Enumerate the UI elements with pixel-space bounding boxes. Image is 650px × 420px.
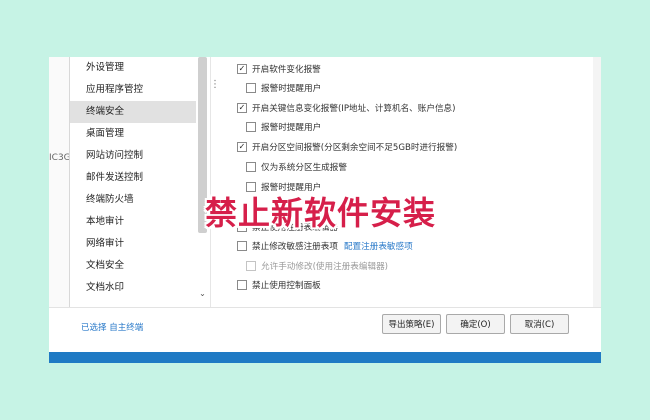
taskbar-strip bbox=[49, 352, 601, 363]
checkbox-checked-icon[interactable]: ✓ bbox=[237, 141, 247, 152]
cancel-button[interactable]: 取消(C) bbox=[510, 314, 569, 334]
option-disable-control-panel[interactable]: 禁止使用控制面板 bbox=[237, 279, 321, 293]
sidebar-item-app-control[interactable]: 应用程序管控 bbox=[70, 79, 196, 101]
configure-registry-link[interactable]: 配置注册表敏感项 bbox=[344, 242, 413, 252]
checkbox-checked-icon[interactable]: ✓ bbox=[237, 63, 247, 74]
clipped-background-text: IC3G bbox=[49, 153, 71, 163]
checkbox-icon[interactable] bbox=[246, 82, 256, 93]
security-options-panel: ✓ 开启软件变化报警 报警时提醒用户 ✓ 开启关键信息变化报警(IP地址、计算机名、… bbox=[234, 57, 594, 307]
sidebar-item-website-control[interactable]: 网站访问控制 bbox=[70, 145, 196, 167]
sidebar-item-network-audit[interactable]: 网络审计 bbox=[70, 233, 196, 255]
ok-button[interactable]: 确定(O) bbox=[446, 314, 505, 334]
option-protect-registry[interactable]: 禁止修改敏感注册表项 配置注册表敏感项 bbox=[237, 240, 413, 254]
policy-category-sidebar: 外设管理 应用程序管控 终端安全 桌面管理 网站访问控制 邮件发送控制 终端防火… bbox=[69, 57, 211, 307]
options-scrollbar[interactable] bbox=[593, 57, 601, 307]
checkbox-disabled-icon bbox=[246, 260, 256, 271]
background-window-strip bbox=[49, 57, 69, 337]
sidebar-scrollbar[interactable]: ⌄ bbox=[197, 57, 208, 307]
checkbox-icon[interactable] bbox=[246, 121, 256, 132]
dialog-footer: 已选择 自主终端 导出策略(E) 确定(O) 取消(C) bbox=[49, 307, 601, 346]
selection-status[interactable]: 已选择 自主终端 bbox=[81, 321, 143, 333]
option-software-alarm-notify[interactable]: 报警时提醒用户 bbox=[246, 82, 321, 96]
chevron-down-icon[interactable]: ⌄ bbox=[197, 289, 208, 298]
option-key-info-alarm[interactable]: ✓ 开启关键信息变化报警(IP地址、计算机名、账户信息) bbox=[237, 102, 456, 116]
splitter-grip-icon[interactable]: ⋮ bbox=[210, 80, 220, 90]
checkbox-icon[interactable] bbox=[246, 161, 256, 172]
sidebar-item-mail-control[interactable]: 邮件发送控制 bbox=[70, 167, 196, 189]
export-policy-button[interactable]: 导出策略(E) bbox=[382, 314, 441, 334]
sidebar-item-endpoint-security[interactable]: 终端安全 bbox=[70, 101, 196, 123]
option-partition-alarm[interactable]: ✓ 开启分区空间报警(分区剩余空间不足5GB时进行报警) bbox=[237, 141, 457, 155]
sidebar-item-peripheral[interactable]: 外设管理 bbox=[70, 57, 196, 79]
checkbox-icon[interactable] bbox=[237, 279, 247, 290]
checkbox-icon[interactable] bbox=[237, 240, 247, 251]
sidebar-item-document-security[interactable]: 文档安全 bbox=[70, 255, 196, 277]
option-system-partition-only[interactable]: 仅为系统分区生成报警 bbox=[246, 161, 347, 175]
sidebar-item-desktop[interactable]: 桌面管理 bbox=[70, 123, 196, 145]
sidebar-item-local-audit[interactable]: 本地审计 bbox=[70, 211, 196, 233]
option-software-change-alarm[interactable]: ✓ 开启软件变化报警 bbox=[237, 63, 321, 77]
overlay-title: 禁止新软件安装 bbox=[205, 194, 437, 232]
sidebar-item-document-watermark[interactable]: 文档水印 bbox=[70, 277, 196, 299]
option-key-info-notify[interactable]: 报警时提醒用户 bbox=[246, 121, 321, 135]
checkbox-checked-icon[interactable]: ✓ bbox=[237, 102, 247, 113]
option-allow-manual-edit: 允许手动修改(使用注册表编辑器) bbox=[246, 260, 388, 274]
sidebar-item-firewall[interactable]: 终端防火墙 bbox=[70, 189, 196, 211]
